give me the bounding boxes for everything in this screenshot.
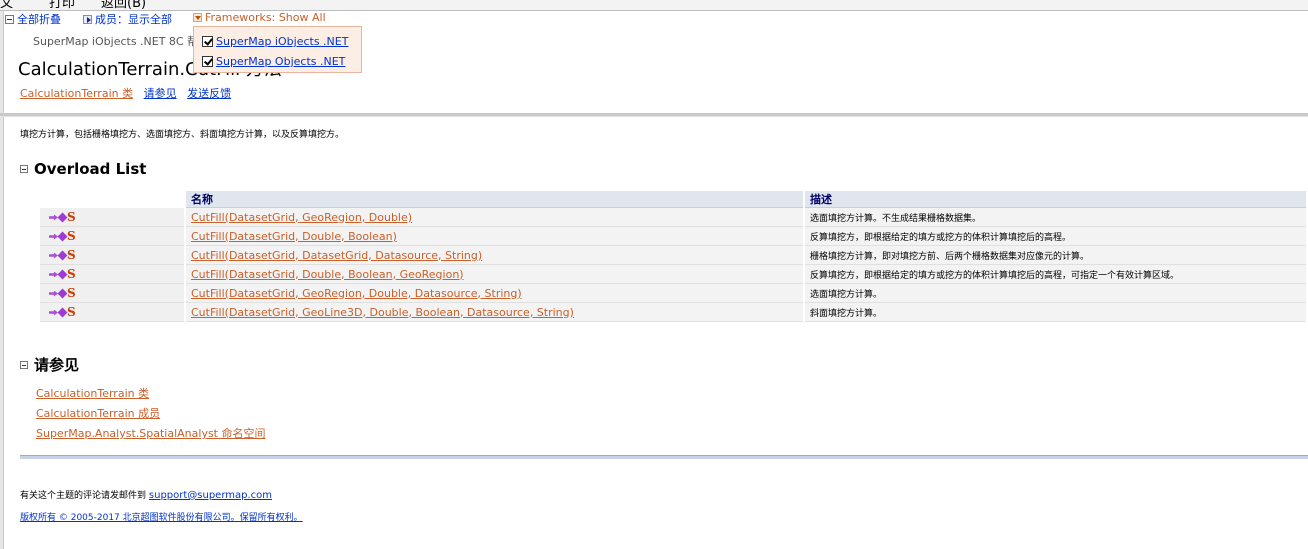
product-name: SuperMap iObjects .NET 8C 帮 xyxy=(33,35,199,48)
checkbox-checked-icon[interactable] xyxy=(202,56,213,67)
frameworks-filter-button[interactable]: Frameworks: Show All xyxy=(193,11,326,24)
name-cell: CutFill(DatasetGrid, DatasetGrid, Dataso… xyxy=(186,246,803,265)
frameworks-popup: SuperMap iObjects .NET SuperMap Objects … xyxy=(193,26,362,73)
framework-option-label[interactable]: SuperMap Objects .NET xyxy=(216,55,345,68)
overload-section-header[interactable]: Overload List xyxy=(20,160,146,178)
dropdown-icon xyxy=(193,13,202,22)
overload-link[interactable]: CutFill(DatasetGrid, Double, Boolean, Ge… xyxy=(191,268,464,281)
members-filter-label: 成员：显示全部 xyxy=(95,13,172,26)
method-summary: 填挖方计算，包括栅格填挖方、选面填挖方、斜面填挖方计算，以及反算填挖方。 xyxy=(20,130,345,140)
public-static-method-icon: S xyxy=(49,306,76,318)
framework-option-iobjects[interactable]: SuperMap iObjects .NET xyxy=(202,35,348,48)
overload-table: 名称 描述 S CutFill(DatasetGrid, GeoRegion, … xyxy=(38,191,1308,322)
frameworks-filter-label: Frameworks: Show All xyxy=(205,11,326,24)
table-row: S CutFill(DatasetGrid, Double, Boolean, … xyxy=(40,265,1306,284)
feedback-text: 有关这个主题的评论请发邮件到 xyxy=(20,491,147,501)
desc-cell: 栅格填挖方计算，即对填挖方前、后两个栅格数据集对应像元的计算。 xyxy=(805,246,1306,265)
footer-separator xyxy=(20,455,1308,459)
left-pane-edge xyxy=(0,11,4,549)
name-cell: CutFill(DatasetGrid, Double, Boolean, Ge… xyxy=(186,265,803,284)
see-also-namespace-link[interactable]: SuperMap.Analyst.SpatialAnalyst 命名空间 xyxy=(36,427,266,440)
table-row: S CutFill(DatasetGrid, GeoRegion, Double… xyxy=(40,284,1306,303)
public-static-method-icon: S xyxy=(49,249,76,261)
icon-cell: S xyxy=(40,284,184,303)
desc-cell: 选面填挖方计算。不生成结果栅格数据集。 xyxy=(805,208,1306,227)
overload-link[interactable]: CutFill(DatasetGrid, GeoRegion, Double, … xyxy=(191,287,522,300)
public-static-method-icon: S xyxy=(49,287,76,299)
framework-option-objects[interactable]: SuperMap Objects .NET xyxy=(202,55,345,68)
desc-cell: 反算填挖方，即根据给定的填方或挖方的体积计算填挖后的高程。 xyxy=(805,227,1306,246)
see-also-class-link[interactable]: CalculationTerrain 类 xyxy=(36,387,149,400)
overload-link[interactable]: CutFill(DatasetGrid, Double, Boolean) xyxy=(191,230,397,243)
icon-column-header xyxy=(40,191,184,208)
see-also-item: SuperMap.Analyst.SpatialAnalyst 命名空间 xyxy=(36,425,266,441)
table-row: S CutFill(DatasetGrid, GeoLine3D, Double… xyxy=(40,303,1306,322)
table-row: S CutFill(DatasetGrid, DatasetGrid, Data… xyxy=(40,246,1306,265)
menu-bar: 文 打印 返回(B) xyxy=(0,0,1308,11)
desc-cell: 选面填挖方计算。 xyxy=(805,284,1306,303)
name-cell: CutFill(DatasetGrid, GeoRegion, Double, … xyxy=(186,284,803,303)
overload-link[interactable]: CutFill(DatasetGrid, GeoLine3D, Double, … xyxy=(191,306,574,319)
overload-heading: Overload List xyxy=(34,160,147,178)
overload-link[interactable]: CutFill(DatasetGrid, GeoRegion, Double) xyxy=(191,211,412,224)
see-also-section-header[interactable]: 请参见 xyxy=(20,354,79,375)
collapse-icon xyxy=(20,165,28,173)
collapse-icon xyxy=(5,14,14,24)
table-row: S CutFill(DatasetGrid, GeoRegion, Double… xyxy=(40,208,1306,227)
table-row: S CutFill(DatasetGrid, Double, Boolean) … xyxy=(40,227,1306,246)
checkbox-checked-icon[interactable] xyxy=(202,36,213,47)
collapse-all-label: 全部折叠 xyxy=(17,13,61,26)
feedback-footer: 有关这个主题的评论请发邮件到 support@supermap.com xyxy=(20,488,272,501)
icon-cell: S xyxy=(40,208,184,227)
public-static-method-icon: S xyxy=(49,230,76,242)
icon-cell: S xyxy=(40,303,184,322)
copyright-link[interactable]: 版权所有 © 2005-2017 北京超图软件股份有限公司。保留所有权利。 xyxy=(20,513,303,523)
see-also-item: CalculationTerrain 类 xyxy=(36,385,149,401)
menu-item[interactable]: 文 xyxy=(0,0,13,10)
header-separator xyxy=(0,113,1308,117)
name-cell: CutFill(DatasetGrid, GeoRegion, Double) xyxy=(186,208,803,227)
desc-cell: 斜面填挖方计算。 xyxy=(805,303,1306,322)
support-email-link[interactable]: support@supermap.com xyxy=(149,490,272,501)
menu-item-back[interactable]: 返回(B) xyxy=(101,0,146,10)
members-filter-button[interactable]: 成员：显示全部 xyxy=(83,11,172,27)
see-also-link[interactable]: 请参见 xyxy=(144,87,177,100)
public-static-method-icon: S xyxy=(49,211,76,223)
icon-cell: S xyxy=(40,265,184,284)
icon-cell: S xyxy=(40,246,184,265)
overload-link[interactable]: CutFill(DatasetGrid, DatasetGrid, Dataso… xyxy=(191,249,482,262)
public-static-method-icon: S xyxy=(49,268,76,280)
class-link[interactable]: CalculationTerrain 类 xyxy=(20,87,133,100)
name-column-header: 名称 xyxy=(186,191,803,208)
see-also-item: CalculationTerrain 成员 xyxy=(36,405,160,421)
see-also-members-link[interactable]: CalculationTerrain 成员 xyxy=(36,407,160,420)
collapse-icon xyxy=(20,360,28,369)
desc-cell: 反算填挖方，即根据给定的填方或挖方的体积计算填挖后的高程，可指定一个有效计算区域… xyxy=(805,265,1306,284)
name-cell: CutFill(DatasetGrid, Double, Boolean) xyxy=(186,227,803,246)
feedback-link[interactable]: 发送反馈 xyxy=(187,87,231,100)
menu-item-print[interactable]: 打印 xyxy=(49,0,75,10)
name-cell: CutFill(DatasetGrid, GeoLine3D, Double, … xyxy=(186,303,803,322)
expand-right-icon xyxy=(83,14,92,24)
see-also-heading: 请参见 xyxy=(34,356,80,374)
nav-links: CalculationTerrain 类 请参见 发送反馈 xyxy=(20,85,238,101)
desc-column-header: 描述 xyxy=(805,191,1306,208)
collapse-all-button[interactable]: 全部折叠 xyxy=(5,11,61,27)
icon-cell: S xyxy=(40,227,184,246)
copyright-footer: 版权所有 © 2005-2017 北京超图软件股份有限公司。保留所有权利。 xyxy=(20,510,303,523)
framework-option-label[interactable]: SuperMap iObjects .NET xyxy=(216,35,348,48)
